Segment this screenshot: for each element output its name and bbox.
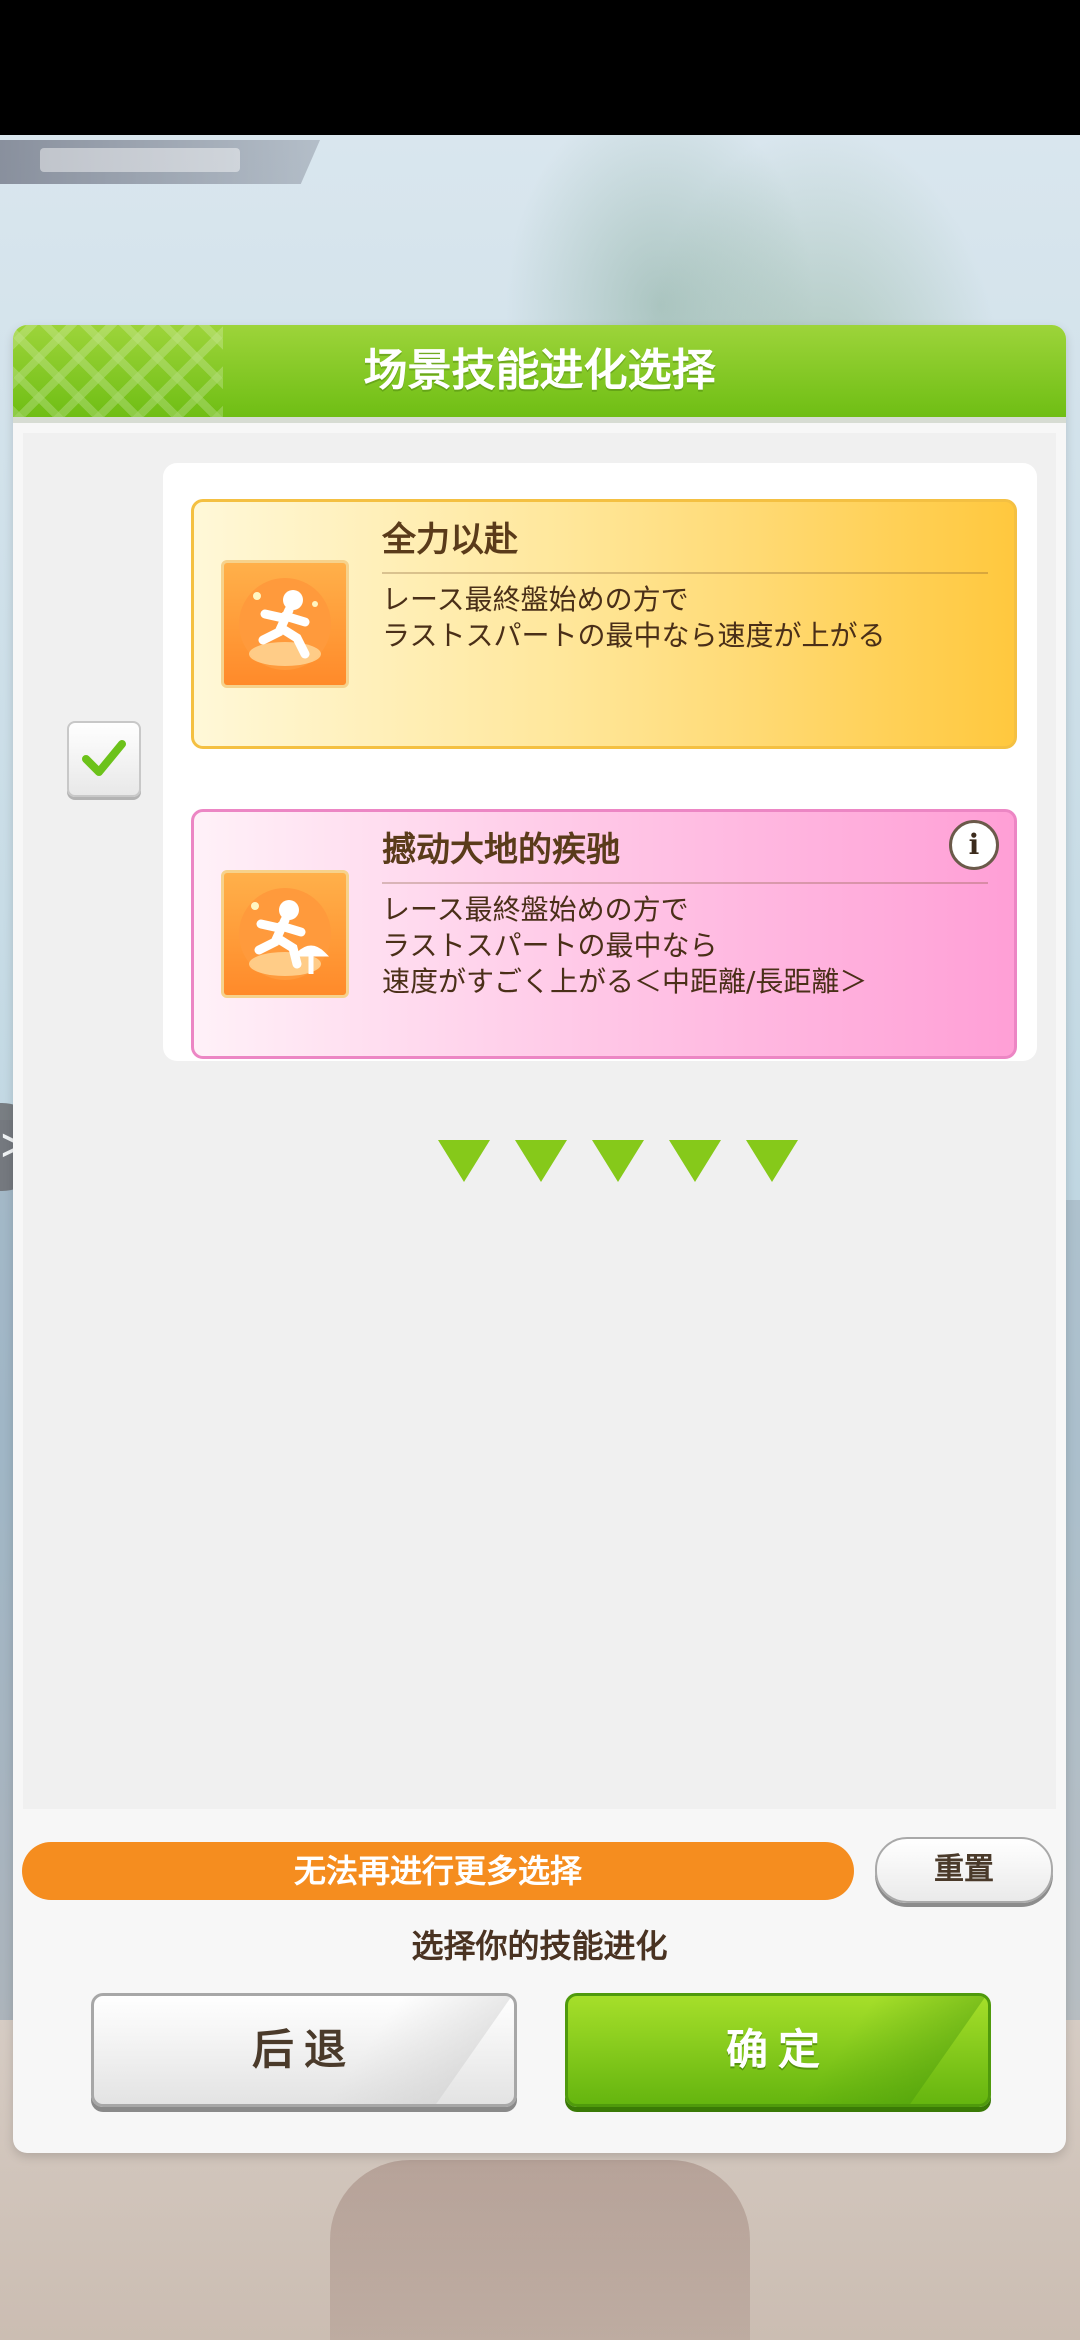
dialog-header: 场景技能进化选择 bbox=[13, 325, 1066, 423]
arrow-down-icon bbox=[438, 1140, 490, 1182]
skill-list-area: 全力以赴 レース最終盤始めの方で ラストスパートの最中なら速度が上がる 撼动大地… bbox=[23, 433, 1056, 1809]
description-line: 速度がすごく上がる＜中距離/長距離＞ bbox=[382, 965, 868, 998]
reset-button[interactable]: 重置 bbox=[875, 1837, 1053, 1903]
running-figure-evolved-icon bbox=[221, 870, 349, 998]
description-line: ラストスパートの最中なら bbox=[382, 929, 718, 962]
divider bbox=[382, 572, 988, 574]
arrow-down-icon bbox=[669, 1140, 721, 1182]
skill-name: 全力以赴 bbox=[382, 520, 518, 560]
background-character bbox=[330, 2160, 750, 2340]
checkmark-icon bbox=[82, 740, 126, 776]
evolution-checkbox[interactable] bbox=[67, 721, 141, 797]
instruction-text: 选择你的技能进化 bbox=[411, 1927, 668, 1965]
base-skill-card[interactable]: 全力以赴 レース最終盤始めの方で ラストスパートの最中なら速度が上がる bbox=[191, 499, 1017, 749]
info-icon[interactable]: i bbox=[949, 820, 999, 870]
skill-evolution-dialog: 场景技能进化选择 全力以赴 レース最終盤始めの方で ラストスパートの最中なら速度… bbox=[13, 325, 1066, 2153]
blurred-label bbox=[0, 140, 320, 184]
selection-limit-banner: 无法再进行更多选择 bbox=[22, 1842, 854, 1900]
evolution-arrows bbox=[438, 1140, 808, 1188]
arrow-down-icon bbox=[592, 1140, 644, 1182]
description-line: レース最終盤始めの方で bbox=[382, 583, 689, 616]
arrow-down-icon bbox=[515, 1140, 567, 1182]
description-line: ラストスパートの最中なら速度が上がる bbox=[382, 619, 886, 652]
running-figure-icon bbox=[221, 560, 349, 688]
description-line: レース最終盤始めの方で bbox=[382, 893, 689, 926]
arrow-down-icon bbox=[746, 1140, 798, 1182]
evolved-skill-card[interactable]: 撼动大地的疾驰 i レース最終盤始めの方で ラストスパートの最中なら 速度がすご… bbox=[191, 809, 1017, 1059]
back-button-label: 后退 bbox=[251, 2025, 356, 2074]
confirm-button-label: 确定 bbox=[725, 2025, 830, 2074]
divider bbox=[382, 882, 988, 884]
confirm-button[interactable]: 确定 bbox=[565, 1993, 991, 2107]
skill-name: 撼动大地的疾驰 bbox=[382, 830, 620, 870]
back-button[interactable]: 后退 bbox=[91, 1993, 517, 2107]
status-bar bbox=[0, 0, 1080, 135]
skill-description: レース最終盤始めの方で ラストスパートの最中なら 速度がすごく上がる＜中距離/長… bbox=[382, 892, 992, 1000]
skill-description: レース最終盤始めの方で ラストスパートの最中なら速度が上がる bbox=[382, 582, 992, 654]
background-character bbox=[1064, 1200, 1080, 2020]
dialog-title: 场景技能进化选择 bbox=[363, 345, 716, 396]
